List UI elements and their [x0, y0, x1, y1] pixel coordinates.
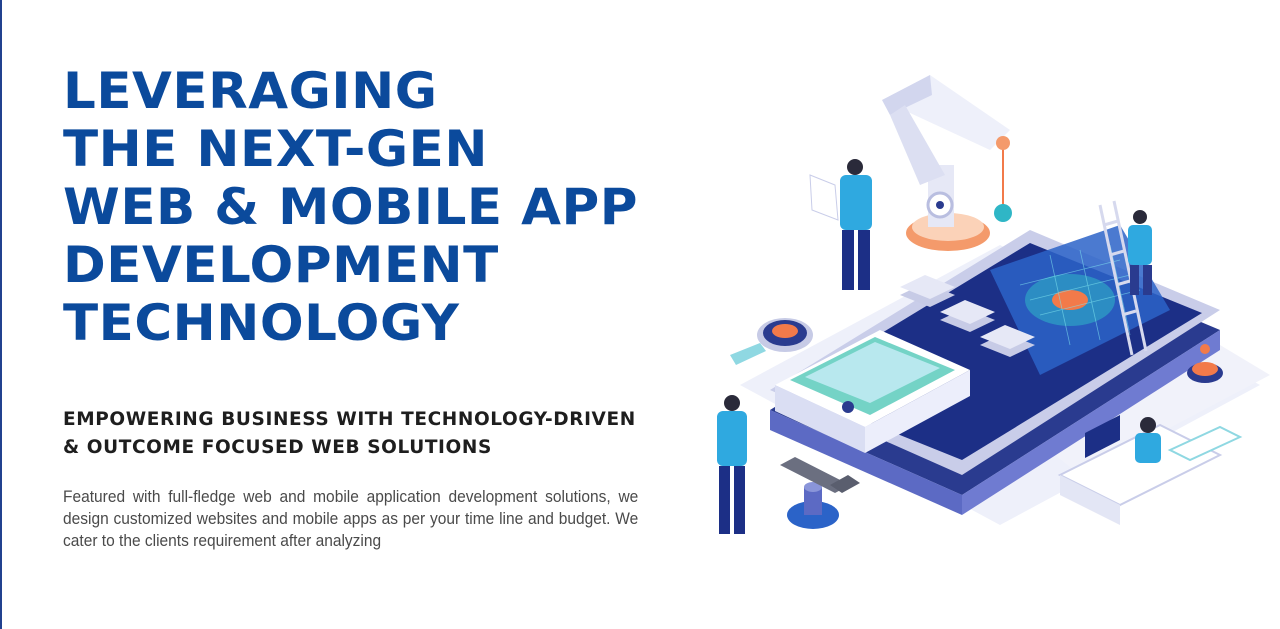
presenter-person-icon — [717, 395, 747, 534]
robot-arm-icon — [882, 75, 1012, 251]
hero-description: Featured with full-fledge web and mobile… — [63, 488, 639, 550]
subtitle-line: EMPOWERING BUSINESS WITH TECHNOLOGY-DRIV… — [63, 409, 636, 430]
hero-title-line: WEB & MOBILE APP — [63, 178, 638, 236]
hero-title: LEVERAGING THE NEXT-GEN WEB & MOBILE APP… — [63, 62, 638, 352]
isometric-tech-illustration — [717, 75, 1270, 534]
hero-title-line: THE NEXT-GEN — [63, 120, 489, 178]
subtitle-line: & OUTCOME FOCUSED WEB SOLUTIONS — [63, 437, 492, 458]
developer-person-icon — [809, 159, 872, 290]
hero-title-line: TECHNOLOGY — [63, 294, 460, 352]
hero-subtitle: EMPOWERING BUSINESS WITH TECHNOLOGY-DRIV… — [63, 406, 636, 462]
hero-title-line: LEVERAGING — [63, 62, 438, 120]
hero-title-line: DEVELOPMENT — [63, 236, 499, 294]
left-accent-rule — [0, 0, 2, 629]
gear-icon — [780, 457, 860, 529]
